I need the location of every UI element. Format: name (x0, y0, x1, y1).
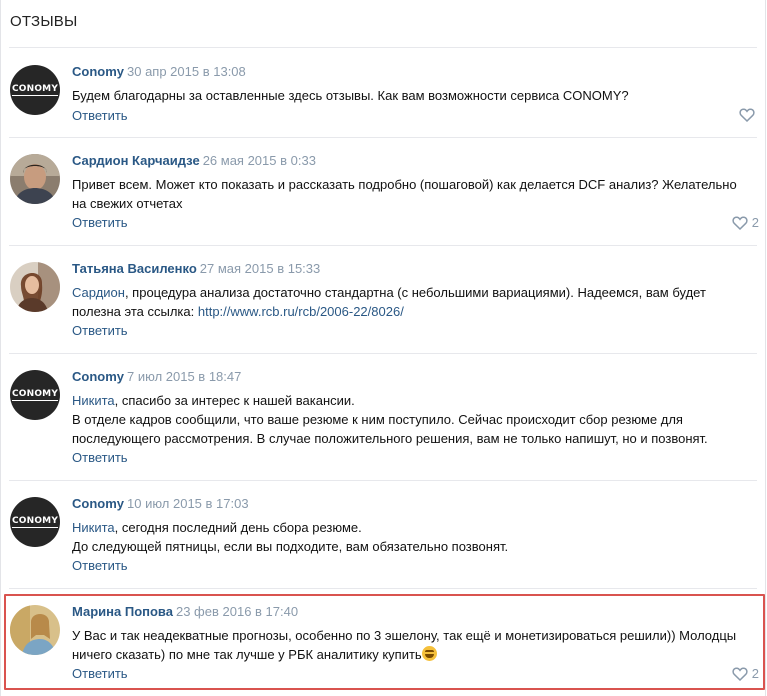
mention-link[interactable]: Никита (72, 393, 115, 408)
like-button[interactable]: 2 (732, 215, 759, 230)
comment-date[interactable]: 23 фев 2016 в 17:40 (176, 604, 298, 619)
comment-text: Привет всем. Может кто показать и расска… (72, 175, 762, 213)
text-line: Никита, сегодня последний день сбора рез… (72, 518, 762, 537)
text-line: У Вас и так неадекватные прогнозы, особе… (72, 628, 737, 643)
comment-text: Сардион, процедура анализа достаточно ст… (72, 283, 762, 321)
text-line: Сардион, процедура анализа достаточно ст… (72, 283, 762, 302)
text-line: полезна эта ссылка: http://www.rcb.ru/rc… (72, 302, 762, 321)
text-line: В отделе кадров сообщили, что ваше резюм… (72, 412, 683, 427)
divider (9, 353, 757, 354)
heart-icon (739, 108, 755, 122)
reply-button[interactable]: Ответить (72, 108, 128, 123)
author-name[interactable]: Сардион Карчаидзе (72, 153, 200, 168)
comment-date[interactable]: 30 апр 2015 в 13:08 (127, 64, 246, 79)
user-photo-icon (10, 605, 60, 655)
mention-link[interactable]: Сардион (72, 285, 125, 300)
comment-date[interactable]: 27 мая 2015 в 15:33 (200, 261, 320, 276)
author-name[interactable]: Татьяна Василенко (72, 261, 197, 276)
reply-button[interactable]: Ответить (72, 323, 128, 338)
text-fragment: полезна эта ссылка: (72, 304, 198, 319)
user-photo-icon (10, 262, 60, 312)
heart-icon (732, 215, 748, 230)
divider (9, 588, 757, 589)
comment-header: Татьяна Василенко 27 мая 2015 в 15:33 (72, 261, 320, 276)
reply-button[interactable]: Ответить (72, 666, 128, 681)
reply-button[interactable]: Ответить (72, 215, 128, 230)
avatar[interactable] (10, 262, 60, 312)
divider (9, 137, 757, 138)
comment-date[interactable]: 7 июл 2015 в 18:47 (127, 369, 241, 384)
reply-button[interactable]: Ответить (72, 558, 128, 573)
comment-header: Conomy 30 апр 2015 в 13:08 (72, 64, 246, 79)
like-button[interactable]: 2 (732, 666, 759, 681)
comment-text: У Вас и так неадекватные прогнозы, особе… (72, 626, 762, 664)
text-fragment: ничего сказать) по мне так лучше у РБК а… (72, 647, 422, 662)
topic-title: ОТЗЫВЫ (10, 13, 78, 30)
text-fragment: , процедура анализа достаточно стандартн… (124, 285, 706, 300)
comment-item: CONOMY Conomy 30 апр 2015 в 13:08 Будем б… (1, 51, 767, 137)
comment-item: Марина Попова 23 фев 2016 в 17:40 У Вас и… (1, 591, 767, 691)
laughing-emoji-icon (421, 646, 437, 661)
author-name[interactable]: Марина Попова (72, 604, 173, 619)
avatar[interactable]: CONOMY (10, 497, 60, 547)
discussion-panel: ОТЗЫВЫ CONOMY Conomy 30 апр 2015 в 13:08 … (0, 0, 766, 696)
comment-text: Никита, сегодня последний день сбора рез… (72, 518, 762, 556)
comment-text: Будем благодарны за оставленные здесь от… (72, 86, 762, 105)
comment-item: CONOMY Conomy 7 июл 2015 в 18:47 Никита, … (1, 356, 767, 480)
like-count: 2 (751, 215, 759, 230)
comment-date[interactable]: 10 июл 2015 в 17:03 (127, 496, 249, 511)
divider (9, 480, 757, 481)
avatar-logo-text: CONOMY (11, 389, 59, 401)
comment-date[interactable]: 26 мая 2015 в 0:33 (203, 153, 316, 168)
avatar[interactable]: CONOMY (10, 370, 60, 420)
user-photo-icon (10, 154, 60, 204)
comment-header: Марина Попова 23 фев 2016 в 17:40 (72, 604, 298, 619)
comment-header: Сардион Карчаидзе 26 мая 2015 в 0:33 (72, 153, 316, 168)
author-name[interactable]: Conomy (72, 496, 124, 511)
text-line: До следующей пятницы, если вы подходите,… (72, 539, 509, 554)
text-fragment: , сегодня последний день сбора резюме. (114, 520, 362, 535)
text-line: Никита, спасибо за интерес к нашей вакан… (72, 391, 762, 410)
like-count: 2 (751, 666, 759, 681)
text-line: на свежих отчетах (72, 196, 183, 211)
text-line: ничего сказать) по мне так лучше у РБК а… (72, 645, 762, 664)
comment-item: CONOMY Conomy 10 июл 2015 в 17:03 Никита,… (1, 483, 767, 588)
avatar[interactable] (10, 605, 60, 655)
text-line: последующего рассмотрения. В случае поло… (72, 431, 708, 446)
like-button[interactable] (739, 108, 759, 122)
comment-header: Conomy 10 июл 2015 в 17:03 (72, 496, 249, 511)
author-name[interactable]: Conomy (72, 64, 124, 79)
author-name[interactable]: Conomy (72, 369, 124, 384)
mention-link[interactable]: Никита (72, 520, 115, 535)
avatar-logo-text: CONOMY (11, 84, 59, 96)
comment-text: Никита, спасибо за интерес к нашей вакан… (72, 391, 762, 448)
reply-button[interactable]: Ответить (72, 450, 128, 465)
url-link[interactable]: http://www.rcb.ru/rcb/2006-22/8026/ (198, 304, 404, 319)
text-line: Привет всем. Может кто показать и расска… (72, 177, 737, 192)
divider (9, 47, 757, 48)
comment-item: Татьяна Василенко 27 мая 2015 в 15:33 Сар… (1, 248, 767, 353)
avatar-logo-text: CONOMY (11, 516, 59, 528)
comment-header: Conomy 7 июл 2015 в 18:47 (72, 369, 241, 384)
comment-item: Сардион Карчаидзе 26 мая 2015 в 0:33 Прив… (1, 140, 767, 245)
heart-icon (732, 666, 748, 681)
avatar[interactable]: CONOMY (10, 65, 60, 115)
text-line: Будем благодарны за оставленные здесь от… (72, 88, 629, 103)
divider (9, 245, 757, 246)
avatar[interactable] (10, 154, 60, 204)
text-fragment: , спасибо за интерес к нашей вакансии. (114, 393, 355, 408)
